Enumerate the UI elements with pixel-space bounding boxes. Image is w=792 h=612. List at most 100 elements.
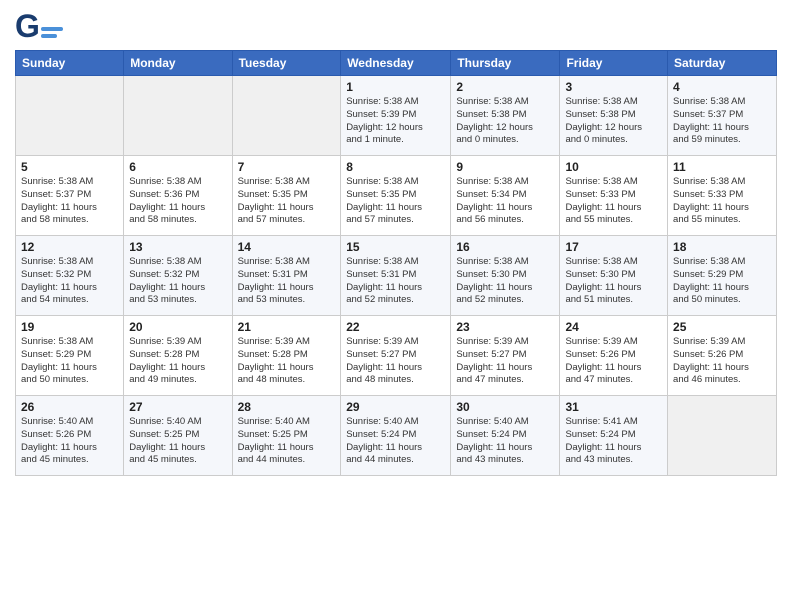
page-container: G SundayMondayTuesdayWednesdayThursdayFr…	[0, 0, 792, 486]
day-info: Sunrise: 5:39 AMSunset: 5:26 PMDaylight:…	[565, 336, 662, 387]
day-number: 18	[673, 240, 771, 254]
day-number: 31	[565, 400, 662, 414]
calendar-cell: 16 Sunrise: 5:38 AMSunset: 5:30 PMDayligh…	[451, 236, 560, 316]
logo: G	[15, 10, 63, 42]
calendar-cell: 28Sunrise: 5:40 AMSunset: 5:25 PMDayligh…	[232, 396, 341, 476]
day-number: 16	[456, 240, 554, 254]
day-info: Sunrise: 5:38 AMSunset: 5:32 PMDaylight:…	[129, 256, 226, 307]
calendar-week-4: 19 Sunrise: 5:38 AMSunset: 5:29 PMDayligh…	[16, 316, 777, 396]
weekday-header-monday: Monday	[124, 51, 232, 76]
day-info: Sunrise: 5:40 AMSunset: 5:25 PMDaylight:…	[129, 416, 226, 467]
calendar-cell: 7 Sunrise: 5:38 AMSunset: 5:35 PMDaylight…	[232, 156, 341, 236]
calendar-cell: 31 Sunrise: 5:41 AMSunset: 5:24 PMDayligh…	[560, 396, 668, 476]
day-number: 11	[673, 160, 771, 174]
weekday-header-tuesday: Tuesday	[232, 51, 341, 76]
day-info: Sunrise: 5:38 AMSunset: 5:34 PMDaylight:…	[456, 176, 554, 227]
day-number: 3	[565, 80, 662, 94]
calendar-cell: 19 Sunrise: 5:38 AMSunset: 5:29 PMDayligh…	[16, 316, 124, 396]
day-number: 15	[346, 240, 445, 254]
day-info: Sunrise: 5:38 AMSunset: 5:29 PMDaylight:…	[673, 256, 771, 307]
calendar-cell: 26 Sunrise: 5:40 AMSunset: 5:26 PMDayligh…	[16, 396, 124, 476]
calendar-cell: 30 Sunrise: 5:40 AMSunset: 5:24 PMDayligh…	[451, 396, 560, 476]
calendar-cell	[124, 76, 232, 156]
day-number: 30	[456, 400, 554, 414]
calendar-week-3: 12 Sunrise: 5:38 AMSunset: 5:32 PMDayligh…	[16, 236, 777, 316]
day-number: 27	[129, 400, 226, 414]
calendar-cell: 1 Sunrise: 5:38 AMSunset: 5:39 PMDaylight…	[341, 76, 451, 156]
weekday-row: SundayMondayTuesdayWednesdayThursdayFrid…	[16, 51, 777, 76]
logo-general-g: G	[15, 10, 40, 42]
calendar-cell	[668, 396, 777, 476]
calendar-cell: 2 Sunrise: 5:38 AMSunset: 5:38 PMDaylight…	[451, 76, 560, 156]
day-number: 26	[21, 400, 118, 414]
day-info: Sunrise: 5:38 AMSunset: 5:38 PMDaylight:…	[456, 96, 554, 147]
day-number: 17	[565, 240, 662, 254]
weekday-header-wednesday: Wednesday	[341, 51, 451, 76]
header: G	[15, 10, 777, 42]
weekday-header-sunday: Sunday	[16, 51, 124, 76]
day-info: Sunrise: 5:38 AMSunset: 5:37 PMDaylight:…	[673, 96, 771, 147]
day-info: Sunrise: 5:40 AMSunset: 5:26 PMDaylight:…	[21, 416, 118, 467]
calendar-cell: 21Sunrise: 5:39 AMSunset: 5:28 PMDayligh…	[232, 316, 341, 396]
day-info: Sunrise: 5:38 AMSunset: 5:37 PMDaylight:…	[21, 176, 118, 227]
calendar-cell: 22Sunrise: 5:39 AMSunset: 5:27 PMDayligh…	[341, 316, 451, 396]
day-number: 19	[21, 320, 118, 334]
calendar-week-1: 1 Sunrise: 5:38 AMSunset: 5:39 PMDaylight…	[16, 76, 777, 156]
calendar-cell: 18 Sunrise: 5:38 AMSunset: 5:29 PMDayligh…	[668, 236, 777, 316]
day-info: Sunrise: 5:38 AMSunset: 5:30 PMDaylight:…	[456, 256, 554, 307]
day-info: Sunrise: 5:38 AMSunset: 5:36 PMDaylight:…	[129, 176, 226, 227]
day-info: Sunrise: 5:39 AMSunset: 5:26 PMDaylight:…	[673, 336, 771, 387]
weekday-header-friday: Friday	[560, 51, 668, 76]
calendar-cell: 27 Sunrise: 5:40 AMSunset: 5:25 PMDayligh…	[124, 396, 232, 476]
calendar-cell: 17 Sunrise: 5:38 AMSunset: 5:30 PMDayligh…	[560, 236, 668, 316]
day-number: 12	[21, 240, 118, 254]
calendar-cell: 4 Sunrise: 5:38 AMSunset: 5:37 PMDaylight…	[668, 76, 777, 156]
day-info: Sunrise: 5:38 AMSunset: 5:33 PMDaylight:…	[673, 176, 771, 227]
day-info: Sunrise: 5:38 AMSunset: 5:38 PMDaylight:…	[565, 96, 662, 147]
calendar-cell: 9 Sunrise: 5:38 AMSunset: 5:34 PMDaylight…	[451, 156, 560, 236]
day-number: 23	[456, 320, 554, 334]
calendar-cell: 14Sunrise: 5:38 AMSunset: 5:31 PMDayligh…	[232, 236, 341, 316]
calendar-cell: 6 Sunrise: 5:38 AMSunset: 5:36 PMDaylight…	[124, 156, 232, 236]
day-number: 22	[346, 320, 445, 334]
weekday-header-saturday: Saturday	[668, 51, 777, 76]
calendar-cell: 29Sunrise: 5:40 AMSunset: 5:24 PMDayligh…	[341, 396, 451, 476]
calendar-cell	[232, 76, 341, 156]
day-info: Sunrise: 5:38 AMSunset: 5:30 PMDaylight:…	[565, 256, 662, 307]
calendar-cell: 11 Sunrise: 5:38 AMSunset: 5:33 PMDayligh…	[668, 156, 777, 236]
day-info: Sunrise: 5:39 AMSunset: 5:27 PMDaylight:…	[456, 336, 554, 387]
day-info: Sunrise: 5:38 AMSunset: 5:29 PMDaylight:…	[21, 336, 118, 387]
day-number: 7	[238, 160, 336, 174]
calendar-cell: 3 Sunrise: 5:38 AMSunset: 5:38 PMDaylight…	[560, 76, 668, 156]
day-number: 5	[21, 160, 118, 174]
day-number: 9	[456, 160, 554, 174]
day-number: 25	[673, 320, 771, 334]
day-info: Sunrise: 5:38 AMSunset: 5:31 PMDaylight:…	[346, 256, 445, 307]
calendar-cell: 23 Sunrise: 5:39 AMSunset: 5:27 PMDayligh…	[451, 316, 560, 396]
day-number: 6	[129, 160, 226, 174]
calendar-header: SundayMondayTuesdayWednesdayThursdayFrid…	[16, 51, 777, 76]
calendar-cell: 13 Sunrise: 5:38 AMSunset: 5:32 PMDayligh…	[124, 236, 232, 316]
day-info: Sunrise: 5:38 AMSunset: 5:39 PMDaylight:…	[346, 96, 445, 147]
day-info: Sunrise: 5:39 AMSunset: 5:28 PMDaylight:…	[129, 336, 226, 387]
weekday-header-thursday: Thursday	[451, 51, 560, 76]
day-number: 29	[346, 400, 445, 414]
day-info: Sunrise: 5:40 AMSunset: 5:24 PMDaylight:…	[456, 416, 554, 467]
calendar-cell: 25 Sunrise: 5:39 AMSunset: 5:26 PMDayligh…	[668, 316, 777, 396]
day-number: 13	[129, 240, 226, 254]
day-number: 1	[346, 80, 445, 94]
day-number: 10	[565, 160, 662, 174]
day-info: Sunrise: 5:41 AMSunset: 5:24 PMDaylight:…	[565, 416, 662, 467]
day-number: 4	[673, 80, 771, 94]
calendar-cell: 10Sunrise: 5:38 AMSunset: 5:33 PMDayligh…	[560, 156, 668, 236]
day-number: 21	[238, 320, 336, 334]
day-info: Sunrise: 5:38 AMSunset: 5:35 PMDaylight:…	[238, 176, 336, 227]
day-info: Sunrise: 5:38 AMSunset: 5:35 PMDaylight:…	[346, 176, 445, 227]
day-number: 28	[238, 400, 336, 414]
calendar-week-5: 26 Sunrise: 5:40 AMSunset: 5:26 PMDayligh…	[16, 396, 777, 476]
logo-line-top	[41, 27, 63, 31]
calendar-cell: 15 Sunrise: 5:38 AMSunset: 5:31 PMDayligh…	[341, 236, 451, 316]
day-number: 2	[456, 80, 554, 94]
day-info: Sunrise: 5:38 AMSunset: 5:32 PMDaylight:…	[21, 256, 118, 307]
calendar-cell: 20Sunrise: 5:39 AMSunset: 5:28 PMDayligh…	[124, 316, 232, 396]
